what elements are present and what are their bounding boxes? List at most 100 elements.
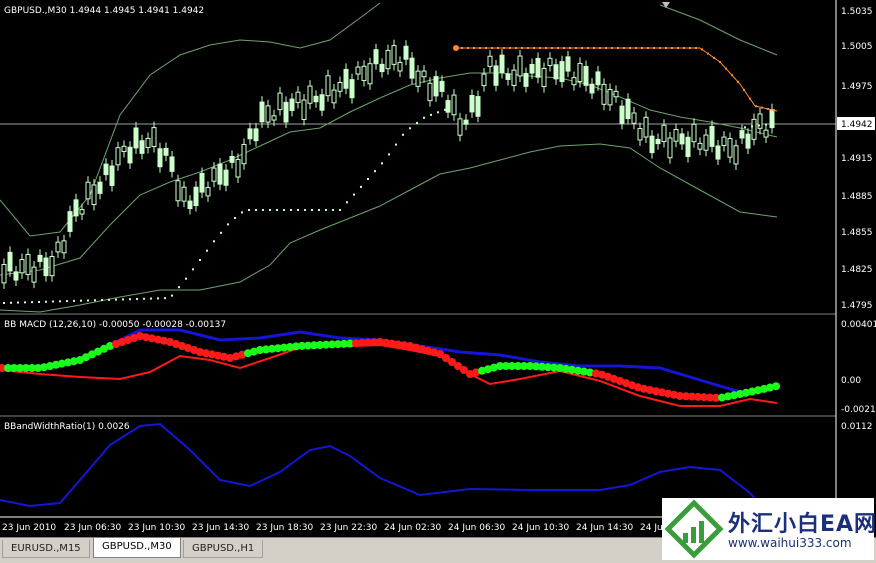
stop-dot — [623, 47, 625, 49]
candle-body — [133, 127, 139, 149]
psar-dot — [171, 294, 173, 297]
psar-dot — [241, 211, 243, 214]
psar-dot — [150, 297, 152, 300]
candle-body — [745, 133, 751, 149]
stop-dot — [659, 47, 661, 49]
candle-body — [403, 45, 409, 60]
psar-dot — [332, 209, 334, 211]
psar-dot — [430, 113, 432, 116]
stop-dot — [749, 97, 751, 100]
macd-scale-label: -0.00217 — [841, 405, 876, 415]
psar-dot — [164, 297, 166, 300]
candle-body — [529, 63, 535, 74]
psar-dot — [262, 209, 264, 211]
candle-body — [1, 264, 7, 284]
candle-body — [763, 129, 769, 138]
candle-body — [469, 95, 475, 113]
candle-body — [223, 169, 229, 186]
psar-dot — [409, 127, 411, 130]
tab-gbpusd-m30[interactable]: GBPUSD.,M30 — [93, 538, 181, 558]
price-label: 1.4885 — [841, 192, 873, 202]
psar-dot — [185, 277, 187, 280]
candle-body — [421, 70, 427, 78]
psar-dot — [59, 300, 61, 303]
candle-body — [217, 163, 223, 185]
ratio-scale-label: 0.0112 — [841, 422, 873, 432]
candle-body — [259, 101, 265, 123]
stop-dot — [665, 47, 667, 49]
candle-body — [313, 95, 319, 103]
psar-dot — [94, 299, 96, 302]
watermark-url: www.waihui333.com — [728, 536, 852, 550]
candle-body — [247, 128, 253, 140]
candle-body — [85, 181, 91, 200]
candle-body — [355, 66, 361, 75]
tab-eurusd-m15[interactable]: EURUSD.,M15 — [2, 540, 90, 558]
price-label: 1.5005 — [841, 42, 873, 52]
psar-dot — [31, 301, 33, 304]
candle-body — [307, 85, 313, 104]
time-label: 23 Jun 06:30 — [64, 523, 121, 533]
price-label: 1.4975 — [841, 82, 873, 92]
candle-body — [631, 112, 637, 124]
candle-body — [769, 109, 775, 129]
candle-body — [559, 61, 565, 83]
candle-body — [481, 73, 487, 87]
candle-body — [397, 61, 403, 72]
psar-dot — [444, 108, 446, 111]
candle-body — [649, 135, 655, 154]
candle-body — [319, 94, 325, 111]
candle-body — [445, 100, 451, 113]
macd-scale-label: 0.00401 — [841, 320, 876, 330]
candle-body — [595, 71, 601, 86]
stop-dot — [557, 47, 559, 49]
candle-body — [79, 209, 85, 215]
stop-dot — [683, 47, 685, 49]
stop-dot — [479, 47, 481, 49]
tab-gbpusd-h1[interactable]: GBPUSD.,H1 — [183, 540, 264, 558]
candle-body — [385, 50, 391, 70]
candle-body — [751, 118, 757, 140]
chart-window[interactable]: GBPUSD.,M30 1.4944 1.4945 1.4941 1.4942 … — [0, 0, 876, 537]
candle-body — [571, 77, 577, 86]
candle-body — [613, 90, 619, 98]
stop-dot — [563, 47, 565, 49]
candle-body — [577, 62, 583, 82]
time-label: 24 Jun 10:30 — [512, 523, 569, 533]
candle-body — [685, 136, 691, 158]
psar-dot — [87, 299, 89, 302]
time-label: 24 Jun 06:30 — [448, 523, 505, 533]
candle-body — [343, 68, 349, 89]
stop-dot — [617, 47, 619, 49]
candle-body — [703, 134, 709, 151]
candle-body — [625, 98, 631, 120]
psar-dot — [122, 298, 124, 301]
psar-dot — [101, 299, 103, 302]
stop-dot — [575, 47, 577, 49]
stop-dot — [545, 47, 547, 49]
candle-body — [673, 128, 679, 142]
psar-dot — [290, 209, 292, 211]
time-label: 23 Jun 2010 — [2, 523, 56, 533]
psar-dot — [227, 223, 229, 226]
candle-body — [607, 88, 613, 106]
candle-body — [97, 181, 103, 194]
logo-emblem-icon — [664, 499, 724, 559]
candle-body — [127, 146, 133, 164]
stop-dot — [587, 47, 589, 49]
stop-dot — [461, 47, 463, 49]
candle-body — [553, 64, 559, 80]
candle-body — [415, 70, 421, 87]
candle-body — [655, 138, 661, 145]
stop-dot — [569, 47, 571, 49]
price-label: 1.4855 — [841, 228, 873, 238]
candle-body — [349, 79, 355, 99]
candle-body — [493, 65, 499, 86]
candle-body — [49, 256, 55, 277]
psar-dot — [192, 268, 194, 271]
candle-body — [193, 186, 199, 207]
candle-body — [667, 137, 673, 159]
candle-body — [289, 98, 295, 111]
candle-body — [19, 259, 25, 274]
macd-scale-label: 0.00 — [841, 376, 861, 386]
